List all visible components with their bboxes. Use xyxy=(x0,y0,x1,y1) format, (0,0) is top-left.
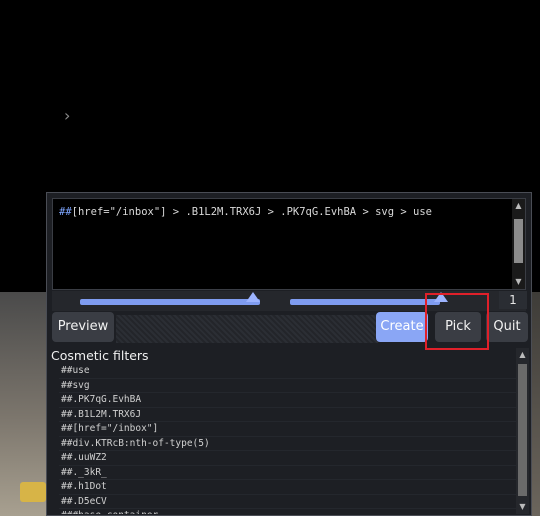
toolbar-spacer xyxy=(116,315,378,343)
filter-list-item[interactable]: ##use xyxy=(59,364,517,379)
filter-list-item[interactable]: ##.B1L2M.TRX6J xyxy=(59,408,517,422)
depth-slider-handle[interactable] xyxy=(246,292,260,302)
filter-list-item[interactable]: ##.PK7qG.EvhBA xyxy=(59,393,517,408)
depth-slider[interactable] xyxy=(80,292,260,305)
filter-list-item[interactable]: ##.h1Dot xyxy=(59,480,517,495)
scrollbar-thumb[interactable] xyxy=(514,219,523,263)
cosmetic-filters-list: ##use ##svg ##.PK7qG.EvhBA ##.B1L2M.TRX6J ##… xyxy=(59,364,517,514)
pick-button-highlight xyxy=(425,293,489,350)
quit-button[interactable]: Quit xyxy=(486,312,528,342)
scrollbar-thumb[interactable] xyxy=(518,364,527,496)
filter-list-item[interactable]: ##svg xyxy=(59,379,517,393)
filter-list-item[interactable]: ##[href="/inbox"] xyxy=(59,422,517,437)
scroll-up-icon[interactable]: ▲ xyxy=(517,350,528,360)
filter-list-item[interactable]: ##.uuWZ2 xyxy=(59,451,517,466)
preview-button[interactable]: Preview xyxy=(52,312,114,342)
filters-scrollbar[interactable]: ▲ ▼ xyxy=(516,348,529,514)
match-count-badge: 1 xyxy=(499,291,527,309)
selector-value: [href="/inbox"] > .B1L2M.TRX6J > .PK7qG.… xyxy=(71,206,432,218)
filter-list-item[interactable]: ##.D5eCV xyxy=(59,495,517,509)
scroll-up-icon[interactable]: ▲ xyxy=(513,201,524,211)
chevron-right-icon[interactable]: › xyxy=(64,106,70,125)
specificity-slider[interactable] xyxy=(290,292,448,305)
photo-vehicle xyxy=(20,482,46,502)
create-button[interactable]: Create xyxy=(376,312,428,342)
cosmetic-filters-heading: Cosmetic filters xyxy=(51,348,149,363)
scroll-down-icon[interactable]: ▼ xyxy=(517,502,528,512)
filter-list-item[interactable]: ##div.KTRcB:nth-of-type(5) xyxy=(59,437,517,451)
selector-text: ##[href="/inbox"] > .B1L2M.TRX6J > .PK7q… xyxy=(59,206,432,218)
element-picker-panel: ##[href="/inbox"] > .B1L2M.TRX6J > .PK7q… xyxy=(46,192,532,516)
selector-scrollbar[interactable]: ▲ ▼ xyxy=(512,199,525,289)
selector-textarea[interactable]: ##[href="/inbox"] > .B1L2M.TRX6J > .PK7q… xyxy=(52,198,526,290)
scroll-down-icon[interactable]: ▼ xyxy=(513,277,524,287)
selector-prefix: ## xyxy=(59,206,72,218)
filter-list-item[interactable]: ###base-container xyxy=(59,509,517,514)
filter-list-item[interactable]: ##._3kR_ xyxy=(59,466,517,480)
